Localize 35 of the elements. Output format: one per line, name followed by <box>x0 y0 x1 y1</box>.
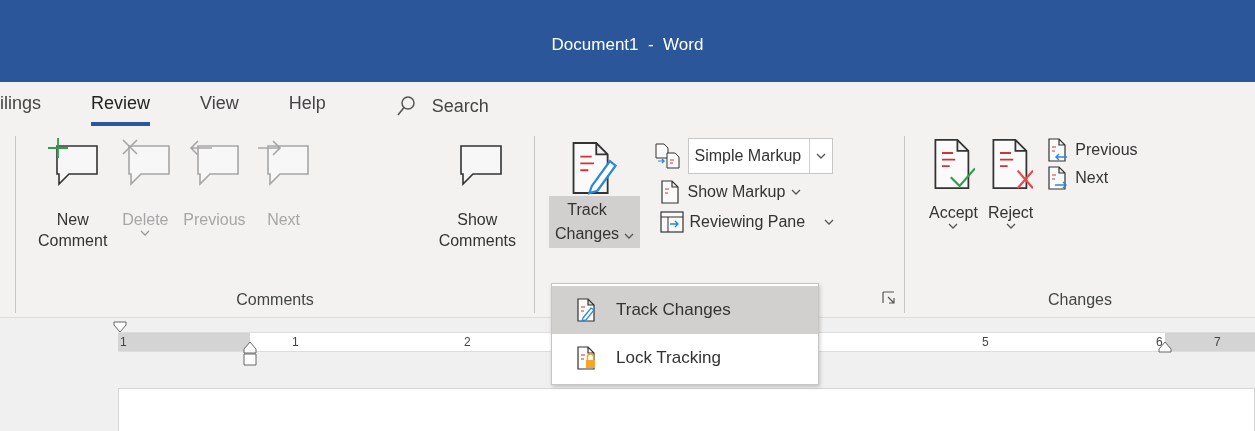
search-label[interactable]: Search <box>431 95 489 117</box>
caret-icon <box>791 189 802 195</box>
ribbon-tab[interactable]: ilings <box>0 86 42 126</box>
group-label: Comments <box>235 290 315 310</box>
pane-icon <box>659 210 684 234</box>
ribbon-button[interactable]: Show Comments <box>434 136 520 287</box>
document-arrow-icon <box>1047 138 1070 162</box>
caret-icon <box>948 223 959 229</box>
markup-option-button[interactable]: Show Markup <box>659 180 835 204</box>
ribbon-tab[interactable]: View <box>200 86 239 126</box>
menu-item[interactable]: Lock Tracking <box>552 334 818 382</box>
ribbon-button[interactable]: Next <box>1047 166 1138 190</box>
ribbon-button[interactable]: Reject <box>985 136 1036 287</box>
window-title: Document1 - Word <box>551 35 704 55</box>
track-changes-icon <box>576 298 598 322</box>
lock-icon <box>576 346 598 370</box>
indent-marker-icon[interactable] <box>113 321 127 335</box>
document-icon <box>659 180 682 204</box>
caret-icon <box>1005 223 1016 229</box>
dialog-launcher-icon[interactable] <box>882 291 896 305</box>
markup-display-icon <box>653 143 682 169</box>
markup-dropdown[interactable]: Simple Markup <box>687 138 834 174</box>
ribbon-button[interactable]: New Comment <box>34 136 112 287</box>
search-icon[interactable] <box>395 95 416 117</box>
menu-item[interactable]: Track Changes <box>552 286 818 334</box>
ribbon-button[interactable]: Accept <box>927 136 980 287</box>
caret-icon <box>816 153 827 159</box>
group-label: Changes <box>1046 290 1113 310</box>
caret-icon <box>623 233 634 239</box>
markup-option-button[interactable]: Reviewing Pane <box>659 210 835 234</box>
ribbon-tab[interactable]: Help <box>288 86 326 126</box>
ribbon-button[interactable]: Previous <box>1047 138 1138 162</box>
ribbon-tab[interactable]: Review <box>91 86 151 126</box>
caret-icon <box>824 219 835 225</box>
track-changes-button[interactable]: Track Changes <box>549 196 640 248</box>
